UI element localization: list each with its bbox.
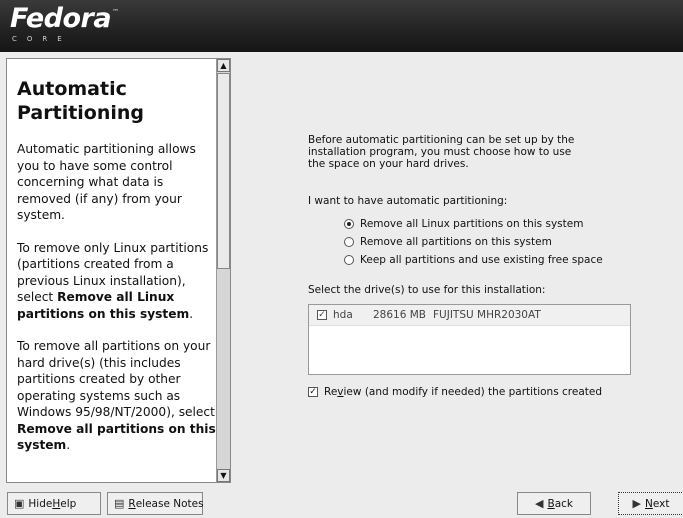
scroll-down-arrow-icon[interactable]: ▼ (217, 469, 230, 482)
intro-text: Before automatic partitioning can be set… (308, 134, 575, 170)
drive-list: ✓ hda 28616 MB FUJITSU MHR2030AT (308, 304, 631, 375)
main-content: Before automatic partitioning can be set… (240, 58, 680, 483)
option-label: Remove all partitions on this system (360, 236, 552, 248)
help-scrollbar[interactable]: ▲ ▼ (216, 59, 230, 482)
checkbox-checked-icon[interactable]: ✓ (308, 387, 318, 397)
option-remove-linux[interactable]: Remove all Linux partitions on this syst… (344, 215, 603, 233)
trademark-mark: ™ (112, 8, 119, 16)
button-label: elp (60, 497, 77, 510)
radio-icon[interactable] (344, 255, 354, 265)
help-paragraph: To remove all partitions on your hard dr… (17, 338, 217, 454)
drive-device: hda (333, 309, 353, 321)
header-banner: Fedora ™ CORE (0, 0, 683, 52)
drives-label: Select the drive(s) to use for this inst… (308, 284, 546, 296)
partitioning-options: Remove all Linux partitions on this syst… (344, 215, 603, 269)
button-mnemonic: N (645, 497, 653, 510)
help-emphasis: Remove all partitions on this system (17, 421, 216, 453)
option-keep-all[interactable]: Keep all partitions and use existing fre… (344, 251, 603, 269)
radio-selected-icon[interactable] (344, 219, 354, 229)
option-remove-all[interactable]: Remove all partitions on this system (344, 233, 603, 251)
help-paragraph: Automatic partitioning allows you to hav… (17, 141, 217, 224)
document-icon: ▤ (114, 497, 125, 510)
drive-model: FUJITSU MHR2030AT (433, 309, 541, 321)
scroll-up-arrow-icon[interactable]: ▲ (217, 59, 230, 72)
help-book-icon: ▣ (14, 497, 25, 510)
fedora-logo: Fedora ™ CORE (10, 3, 119, 44)
partitioning-question: I want to have automatic partitioning: (308, 195, 508, 207)
next-arrow-icon: ▶ (632, 497, 641, 510)
back-arrow-icon: ◀ (535, 497, 544, 510)
checkbox-checked-icon[interactable]: ✓ (317, 310, 327, 320)
back-button[interactable]: ◀ Back (517, 492, 591, 515)
help-title: Automatic Partitioning (17, 78, 145, 124)
help-content: Automatic Partitioning Automatic partiti… (7, 59, 216, 470)
button-label: ext (652, 497, 670, 510)
button-mnemonic: R (128, 497, 136, 510)
option-label: Keep all partitions and use existing fre… (360, 254, 603, 266)
button-label: Hide (28, 497, 53, 510)
button-label: elease Notes (135, 497, 204, 510)
drive-row[interactable]: ✓ hda 28616 MB FUJITSU MHR2030AT (309, 305, 630, 326)
scroll-thumb[interactable] (217, 73, 230, 269)
button-label: ack (554, 497, 573, 510)
hide-help-button[interactable]: ▣ Hide Help (7, 492, 101, 515)
help-paragraph-text: Automatic partitioning allows you to hav… (17, 142, 196, 222)
review-label-pre: Re (324, 386, 338, 398)
help-paragraph-text: To remove all partitions on your hard dr… (17, 339, 215, 419)
review-label-post: iew (and modify if needed) the partition… (343, 386, 602, 398)
brand-name: Fedora (10, 3, 112, 34)
review-checkbox-row[interactable]: ✓ Re v iew (and modify if needed) the part… (308, 386, 602, 398)
help-paragraph-text: . (66, 438, 71, 452)
help-paragraph: To remove only Linux partitions (partiti… (17, 240, 217, 323)
next-button[interactable]: ▶ Next (618, 492, 683, 515)
brand-subtitle: CORE (12, 35, 72, 43)
help-panel: Automatic Partitioning Automatic partiti… (6, 58, 231, 483)
release-notes-button[interactable]: ▤ Release Notes (107, 492, 204, 515)
help-paragraph-text: . (189, 306, 194, 321)
radio-icon[interactable] (344, 237, 354, 247)
button-mnemonic: H (52, 497, 61, 510)
button-mnemonic: B (547, 497, 555, 510)
option-label: Remove all Linux partitions on this syst… (360, 218, 584, 230)
drive-size: 28616 MB (373, 309, 427, 321)
